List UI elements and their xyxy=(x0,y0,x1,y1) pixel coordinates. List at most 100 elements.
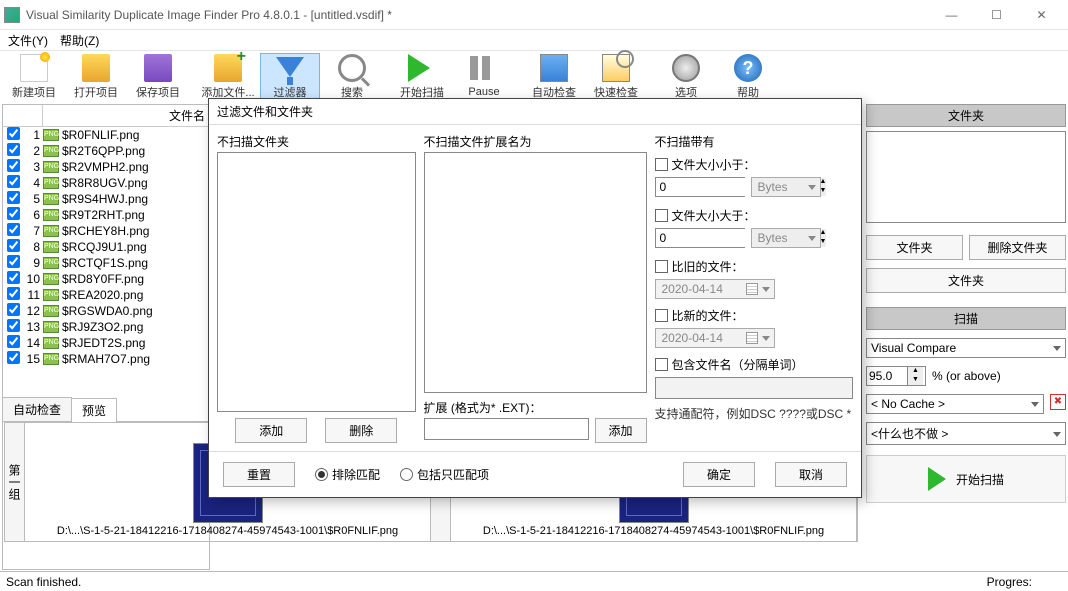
table-row[interactable]: 12PNG$RGSWDA0.png xyxy=(3,303,209,319)
play-icon xyxy=(928,467,946,491)
row-checkbox[interactable] xyxy=(7,351,20,364)
dialog-title: 过滤文件和文件夹 xyxy=(209,99,861,125)
delete-cache-icon[interactable]: ✖ xyxy=(1050,394,1066,410)
options-button[interactable]: 选项 xyxy=(656,53,716,101)
action-combo[interactable]: <什么也不做 > xyxy=(866,422,1066,445)
table-row[interactable]: 10PNG$RD8Y0FF.png xyxy=(3,271,209,287)
row-checkbox[interactable] xyxy=(7,303,20,316)
search-button[interactable]: 搜索 xyxy=(322,53,382,101)
pause-button[interactable]: Pause xyxy=(454,53,514,101)
menu-help[interactable]: 帮助(Z) xyxy=(54,30,105,51)
table-row[interactable]: 1PNG$R0FNLIF.png xyxy=(3,127,209,143)
size-lt-label: 文件大小小于： xyxy=(672,156,756,173)
add-folder-button[interactable]: 文件夹 xyxy=(866,235,963,260)
add-ext-button[interactable]: 添加 xyxy=(595,418,647,443)
older-date[interactable]: 2020-04-14 xyxy=(655,279,775,299)
exclude-folders-list[interactable] xyxy=(217,152,416,412)
size-lt-checkbox[interactable] xyxy=(655,158,668,171)
row-index: 5 xyxy=(23,192,43,206)
minimize-button[interactable]: — xyxy=(929,1,974,29)
file-table-header: 文件名 xyxy=(3,105,209,127)
ext-format-label: 扩展 (格式为* .EXT)： xyxy=(424,399,647,416)
row-checkbox[interactable] xyxy=(7,159,20,172)
row-checkbox[interactable] xyxy=(7,223,20,236)
cache-combo[interactable]: < No Cache > xyxy=(866,394,1044,414)
row-checkbox[interactable] xyxy=(7,319,20,332)
compare-method-combo[interactable]: Visual Compare xyxy=(866,338,1066,358)
del-folder-dlg-button[interactable]: 删除 xyxy=(325,418,397,443)
col-filename[interactable]: 文件名 xyxy=(43,107,209,124)
maximize-button[interactable]: ☐ xyxy=(974,1,1019,29)
row-filename: $R2VMPH2.png xyxy=(59,160,149,174)
size-gt-checkbox[interactable] xyxy=(655,209,668,222)
contains-checkbox[interactable] xyxy=(655,358,668,371)
table-row[interactable]: 2PNG$R2T6QPP.png xyxy=(3,143,209,159)
table-row[interactable]: 13PNG$RJ9Z3O2.png xyxy=(3,319,209,335)
thumbnail-2-path: D:\...\S-1-5-21-18412216-1718408274-4597… xyxy=(483,525,824,537)
save-project-button[interactable]: 保存项目 xyxy=(128,53,188,101)
table-row[interactable]: 8PNG$RCQJ9U1.png xyxy=(3,239,209,255)
new-project-button[interactable]: 新建项目 xyxy=(4,53,64,101)
table-row[interactable]: 7PNG$RCHEY8H.png xyxy=(3,223,209,239)
similarity-spinner[interactable]: ▲▼ xyxy=(866,366,926,386)
row-index: 6 xyxy=(23,208,43,222)
size-gt-unit[interactable]: Bytes xyxy=(751,228,821,248)
row-checkbox[interactable] xyxy=(7,335,20,348)
newer-date[interactable]: 2020-04-14 xyxy=(655,328,775,348)
older-label: 比旧的文件： xyxy=(672,258,744,275)
row-checkbox[interactable] xyxy=(7,239,20,252)
close-button[interactable]: ✕ xyxy=(1019,1,1064,29)
row-checkbox[interactable] xyxy=(7,143,20,156)
tab-auto-check[interactable]: 自动检查 xyxy=(2,397,72,421)
row-checkbox[interactable] xyxy=(7,207,20,220)
reset-button[interactable]: 重置 xyxy=(223,462,295,487)
add-folder-dlg-button[interactable]: 添加 xyxy=(235,418,307,443)
newer-checkbox[interactable] xyxy=(655,309,668,322)
start-scan-button[interactable]: 开始扫描 xyxy=(392,53,452,101)
cancel-button[interactable]: 取消 xyxy=(775,462,847,487)
row-checkbox[interactable] xyxy=(7,271,20,284)
png-icon: PNG xyxy=(43,177,59,189)
table-row[interactable]: 11PNG$REA2020.png xyxy=(3,287,209,303)
row-checkbox[interactable] xyxy=(7,191,20,204)
size-lt-input[interactable]: ▲▼ xyxy=(655,177,745,197)
older-checkbox[interactable] xyxy=(655,260,668,273)
row-index: 12 xyxy=(23,304,43,318)
add-files-button[interactable]: 添加文件... xyxy=(198,53,258,101)
table-row[interactable]: 5PNG$R9S4HWJ.png xyxy=(3,191,209,207)
open-project-button[interactable]: 打开项目 xyxy=(66,53,126,101)
exclude-ext-list[interactable] xyxy=(424,152,647,393)
status-bar: Scan finished. Progres: xyxy=(0,571,1068,591)
include-radio[interactable]: 包括只匹配项 xyxy=(400,466,489,483)
table-row[interactable]: 14PNG$RJEDT2S.png xyxy=(3,335,209,351)
add-folder-button-2[interactable]: 文件夹 xyxy=(866,268,1066,293)
size-lt-unit[interactable]: Bytes xyxy=(751,177,821,197)
folder-list[interactable] xyxy=(866,131,1066,223)
ok-button[interactable]: 确定 xyxy=(683,462,755,487)
start-scan-big-button[interactable]: 开始扫描 xyxy=(866,455,1066,503)
size-gt-input[interactable]: ▲▼ xyxy=(655,228,745,248)
tab-preview[interactable]: 预览 xyxy=(71,398,117,422)
ext-input[interactable] xyxy=(424,418,589,440)
table-row[interactable]: 9PNG$RCTQF1S.png xyxy=(3,255,209,271)
row-checkbox[interactable] xyxy=(7,287,20,300)
row-checkbox[interactable] xyxy=(7,127,20,140)
quick-check-button[interactable]: 快速检查 xyxy=(586,53,646,101)
row-checkbox[interactable] xyxy=(7,255,20,268)
row-index: 15 xyxy=(23,352,43,366)
delete-folder-button[interactable]: 删除文件夹 xyxy=(969,235,1066,260)
table-row[interactable]: 15PNG$RMAH7O7.png xyxy=(3,351,209,367)
auto-check-button[interactable]: 自动检查 xyxy=(524,53,584,101)
help-button[interactable]: ?帮助 xyxy=(718,53,778,101)
filter-button[interactable]: 过滤器 xyxy=(260,53,320,101)
table-row[interactable]: 3PNG$R2VMPH2.png xyxy=(3,159,209,175)
row-filename: $REA2020.png xyxy=(59,288,143,302)
exclude-radio[interactable]: 排除匹配 xyxy=(315,466,380,483)
row-checkbox[interactable] xyxy=(7,175,20,188)
table-row[interactable]: 6PNG$R9T2RHT.png xyxy=(3,207,209,223)
menubar: 文件(Y) 帮助(Z) xyxy=(0,30,1068,50)
menu-file[interactable]: 文件(Y) xyxy=(2,30,54,51)
row-index: 13 xyxy=(23,320,43,334)
png-icon: PNG xyxy=(43,257,59,269)
table-row[interactable]: 4PNG$R8R8UGV.png xyxy=(3,175,209,191)
